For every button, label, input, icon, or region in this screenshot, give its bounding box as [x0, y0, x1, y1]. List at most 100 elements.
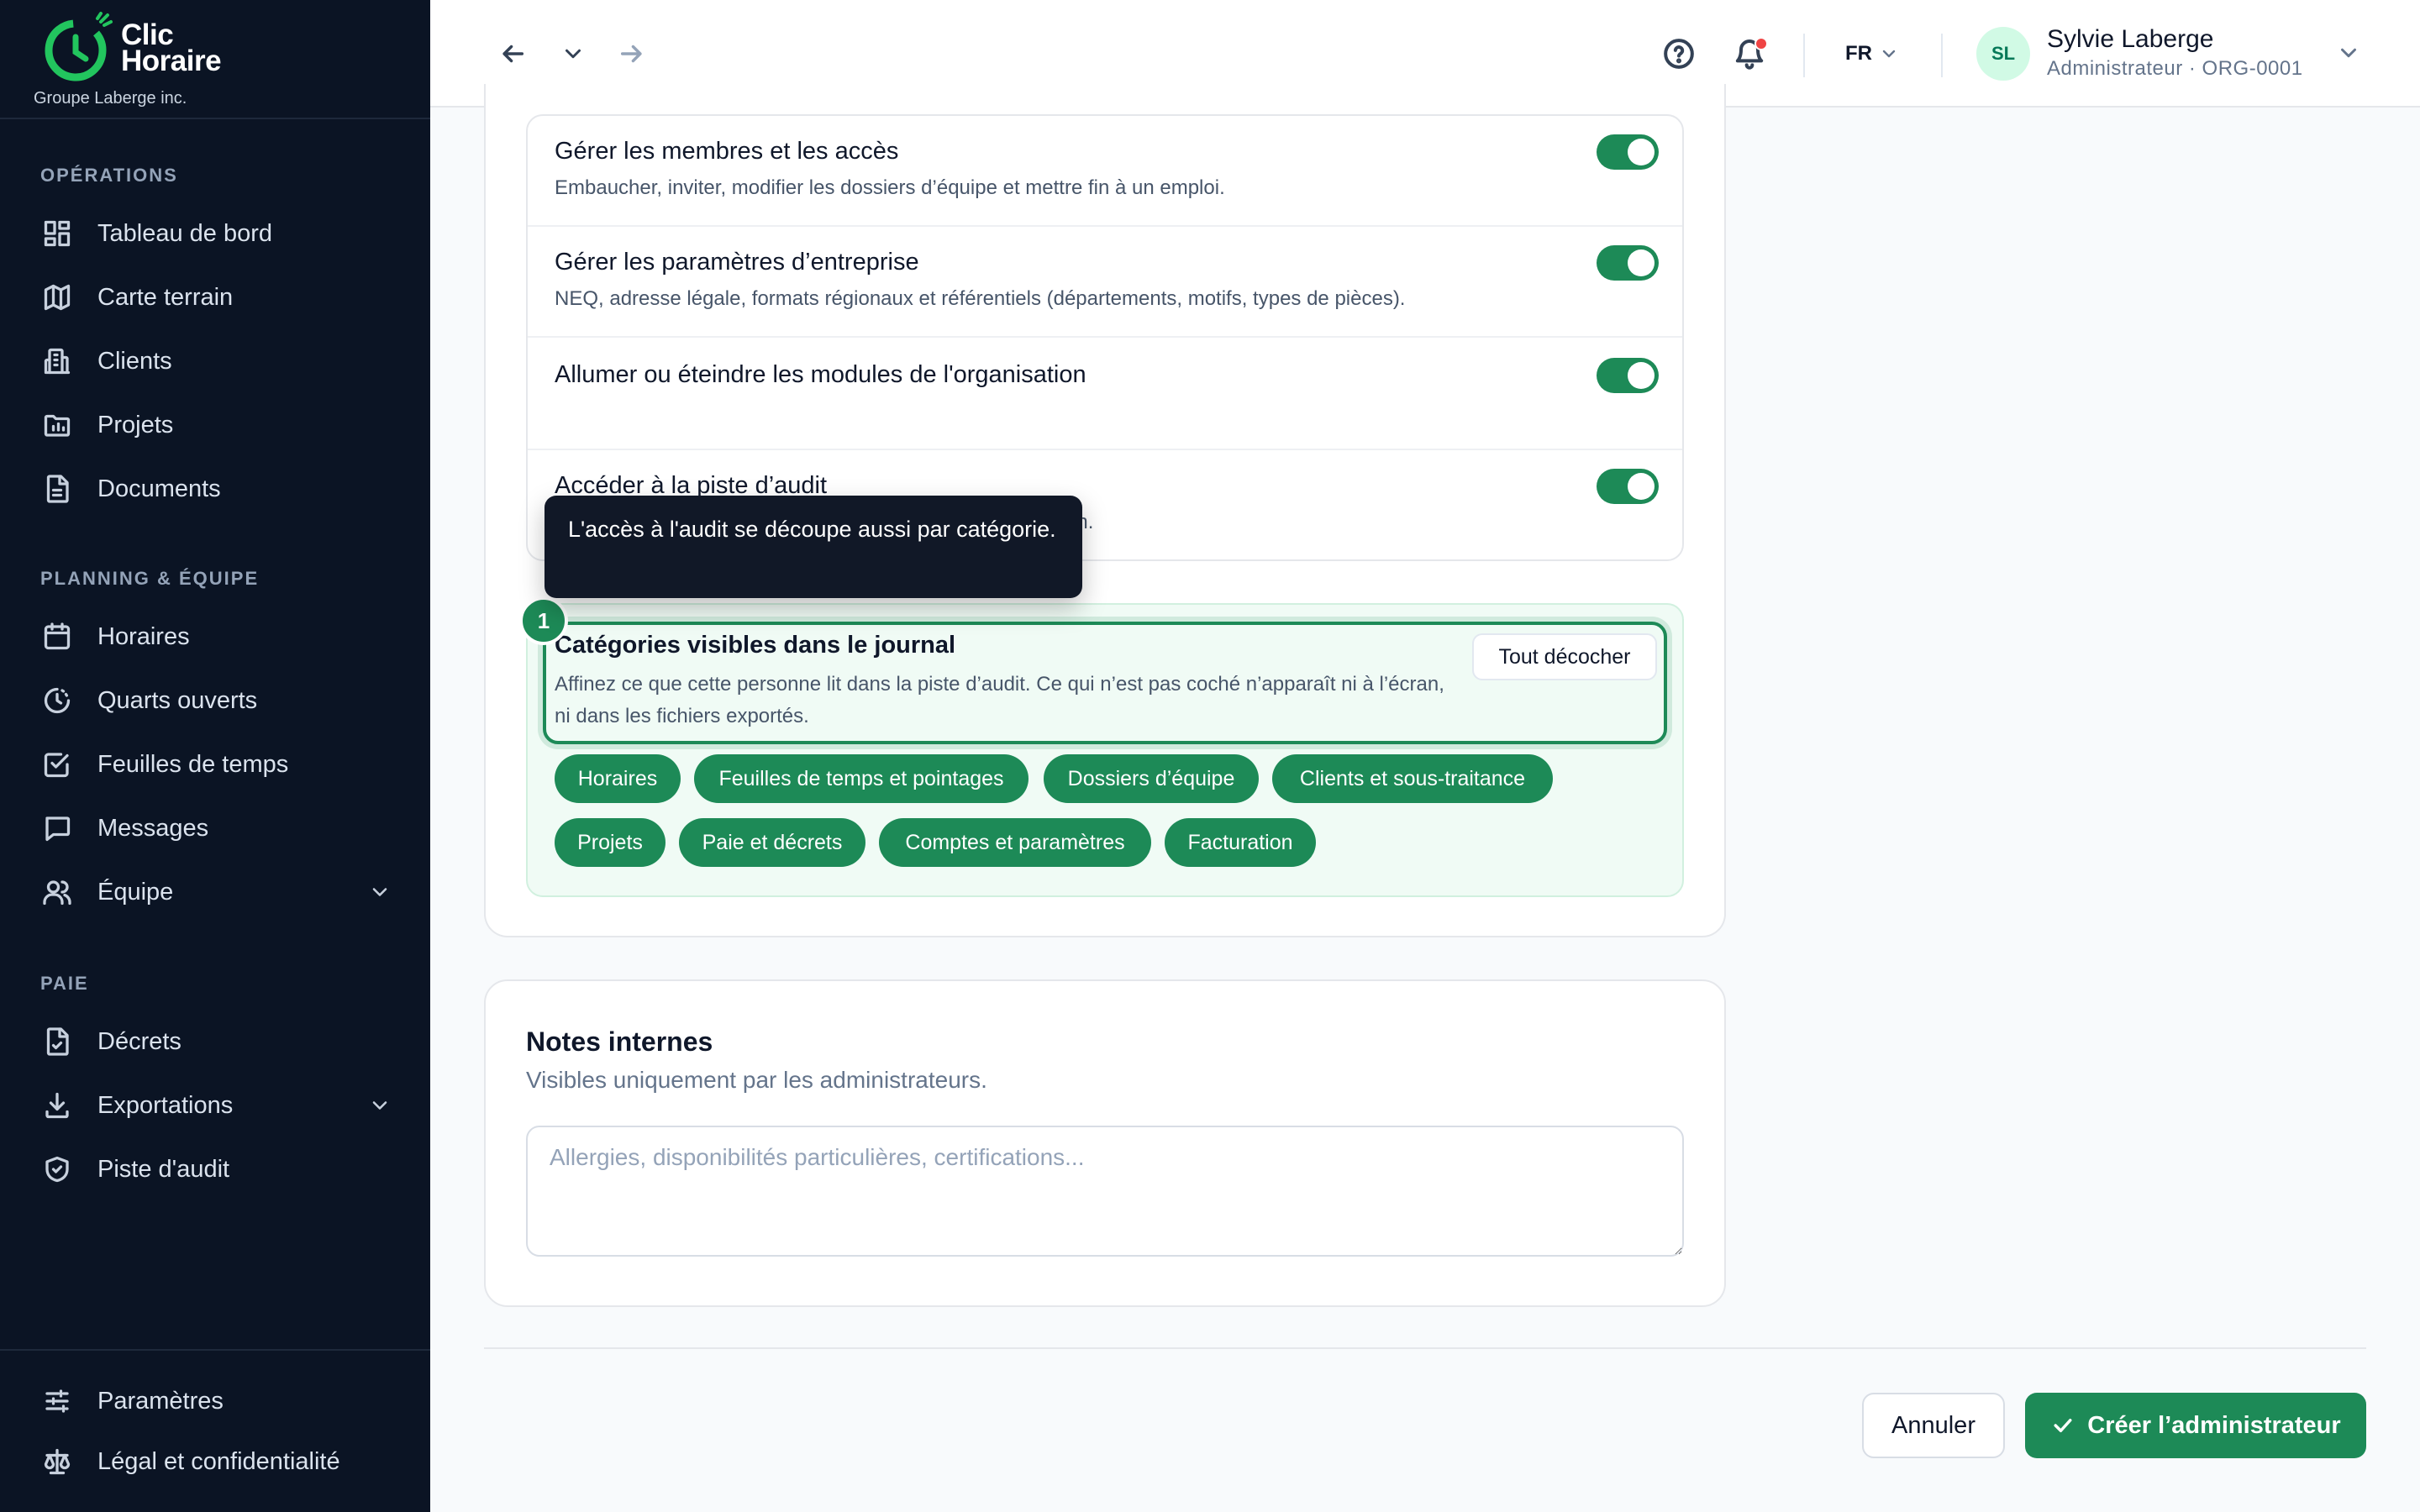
cancel-button[interactable]: Annuler [1862, 1393, 2005, 1458]
history-dropdown-button[interactable] [553, 34, 593, 74]
sidebar-item-label: Quarts ouverts [97, 686, 258, 714]
avatar[interactable]: SL [1976, 27, 2030, 81]
permission-toggle[interactable] [1597, 358, 1659, 393]
message-icon [39, 810, 76, 847]
language-label: FR [1845, 42, 1872, 65]
divider [1941, 34, 1943, 77]
scale-icon [39, 1443, 76, 1480]
sidebar-item-label: Tableau de bord [97, 219, 272, 247]
sidebar-item-label: Messages [97, 814, 209, 842]
permission-row: Allumer ou éteindre les modules de l'org… [528, 339, 1682, 450]
sidebar: Clic Horaire Groupe Laberge inc. OPÉRATI… [0, 0, 430, 1512]
sidebar-item-schedules[interactable]: Horaires [34, 610, 403, 664]
chevron-down-icon [1882, 50, 1896, 58]
category-chip[interactable]: Horaires [555, 754, 681, 803]
notification-dot [1754, 37, 1768, 50]
document-check-icon [39, 1023, 76, 1060]
sidebar-item-clients[interactable]: Clients [34, 334, 403, 388]
notes-title: Notes internes [526, 1026, 713, 1057]
permission-toggle[interactable] [1597, 245, 1659, 281]
folder-chart-icon [39, 407, 76, 444]
building-icon [39, 343, 76, 380]
category-chip[interactable]: Facturation [1165, 818, 1316, 867]
sidebar-item-label: Carte terrain [97, 283, 234, 311]
create-admin-button[interactable]: Créer l’administrateur [2025, 1393, 2366, 1458]
sidebar-item-map[interactable]: Carte terrain [34, 270, 403, 324]
permission-list: Gérer les membres et les accès Embaucher… [526, 114, 1684, 561]
back-button[interactable] [492, 34, 533, 74]
sidebar-item-documents[interactable]: Documents [34, 462, 403, 516]
user-name[interactable]: Sylvie Laberge [2047, 25, 2213, 54]
sidebar-item-label: Documents [97, 475, 221, 502]
permission-row: Gérer les paramètres d’entreprise NEQ, a… [528, 227, 1682, 338]
create-admin-label: Créer l’administrateur [2087, 1411, 2341, 1439]
sidebar-item-label: Projets [97, 411, 174, 438]
sidebar-item-label: Exportations [97, 1091, 234, 1119]
help-circle-icon [1664, 39, 1694, 69]
permission-desc: NEQ, adresse légale, formats régionaux e… [555, 287, 1406, 310]
language-selector[interactable]: FR [1845, 35, 1899, 72]
step-badge: 1 [519, 596, 568, 645]
sliders-icon [39, 1383, 76, 1420]
chevron-down-icon[interactable] [368, 880, 392, 904]
divider [1803, 34, 1805, 77]
chevron-down-icon[interactable] [368, 1094, 392, 1117]
divider [0, 118, 430, 119]
help-button[interactable] [1659, 34, 1699, 74]
category-chip[interactable]: Comptes et paramètres [879, 818, 1151, 867]
sidebar-item-label: Équipe [97, 878, 174, 906]
sidebar-item-label: Piste d'audit [97, 1155, 230, 1183]
sidebar-item-open-shifts[interactable]: Quarts ouverts [34, 674, 403, 727]
sidebar-item-messages[interactable]: Messages [34, 801, 403, 855]
divider [0, 1349, 430, 1351]
chevron-down-icon [566, 49, 581, 59]
notes-textarea[interactable] [526, 1126, 1684, 1257]
sidebar-item-label: Paramètres [97, 1387, 224, 1415]
audit-categories-desc: Affinez ce que cette personne lit dans l… [555, 673, 1444, 727]
arrow-right-icon [620, 45, 642, 63]
category-chip[interactable]: Dossiers d’équipe [1044, 754, 1259, 803]
checkbox-icon [39, 746, 76, 783]
permission-row: Gérer les membres et les accès Embaucher… [528, 116, 1682, 227]
sidebar-item-exports[interactable]: Exportations [34, 1079, 403, 1132]
category-chip[interactable]: Projets [555, 818, 666, 867]
download-icon [39, 1087, 76, 1124]
sidebar-item-legal[interactable]: Légal et confidentialité [34, 1435, 403, 1488]
forward-button[interactable] [612, 34, 652, 74]
permission-title: Gérer les paramètres d’entreprise [555, 249, 919, 276]
permission-desc: Embaucher, inviter, modifier les dossier… [555, 176, 1225, 199]
sidebar-item-label: Clients [97, 347, 172, 375]
document-icon [39, 470, 76, 507]
permission-title: Gérer les membres et les accès [555, 138, 899, 165]
sidebar-item-decrees[interactable]: Décrets [34, 1015, 403, 1068]
category-chip[interactable]: Feuilles de temps et pointages [694, 754, 1028, 803]
notes-subtitle: Visibles uniquement par les administrate… [526, 1067, 987, 1093]
onboarding-tooltip: L'accès à l'audit se découpe aussi par c… [544, 496, 1082, 598]
permission-title: Allumer ou éteindre les modules de l'org… [555, 361, 1086, 388]
check-icon [2054, 1419, 2072, 1432]
chevron-down-icon[interactable] [2336, 40, 2361, 66]
section-label-operations: OPÉRATIONS [40, 165, 178, 186]
section-label-planning: PLANNING & ÉQUIPE [40, 568, 260, 589]
sidebar-item-label: Décrets [97, 1027, 182, 1055]
calendar-icon [39, 618, 76, 655]
notifications-button[interactable] [1729, 34, 1770, 74]
sidebar-item-label: Horaires [97, 622, 190, 650]
sidebar-item-audit[interactable]: Piste d'audit [34, 1142, 403, 1196]
clock-dashed-icon [39, 682, 76, 719]
map-icon [39, 279, 76, 316]
category-chip[interactable]: Clients et sous-traitance [1272, 754, 1553, 803]
permission-toggle[interactable] [1597, 469, 1659, 504]
uncheck-all-button[interactable]: Tout décocher [1472, 633, 1657, 680]
sidebar-item-settings[interactable]: Paramètres [34, 1374, 403, 1428]
audit-categories-title: Catégories visibles dans le journal [555, 632, 956, 659]
sidebar-item-team[interactable]: Équipe [34, 865, 403, 919]
clock-logo-icon [45, 12, 113, 81]
permission-toggle[interactable] [1597, 134, 1659, 170]
divider [484, 1347, 2366, 1349]
category-chip[interactable]: Paie et décrets [679, 818, 865, 867]
section-label-paie: PAIE [40, 973, 89, 994]
sidebar-item-dashboard[interactable]: Tableau de bord [34, 207, 403, 260]
sidebar-item-projects[interactable]: Projets [34, 398, 403, 452]
sidebar-item-timesheets[interactable]: Feuilles de temps [34, 738, 403, 791]
